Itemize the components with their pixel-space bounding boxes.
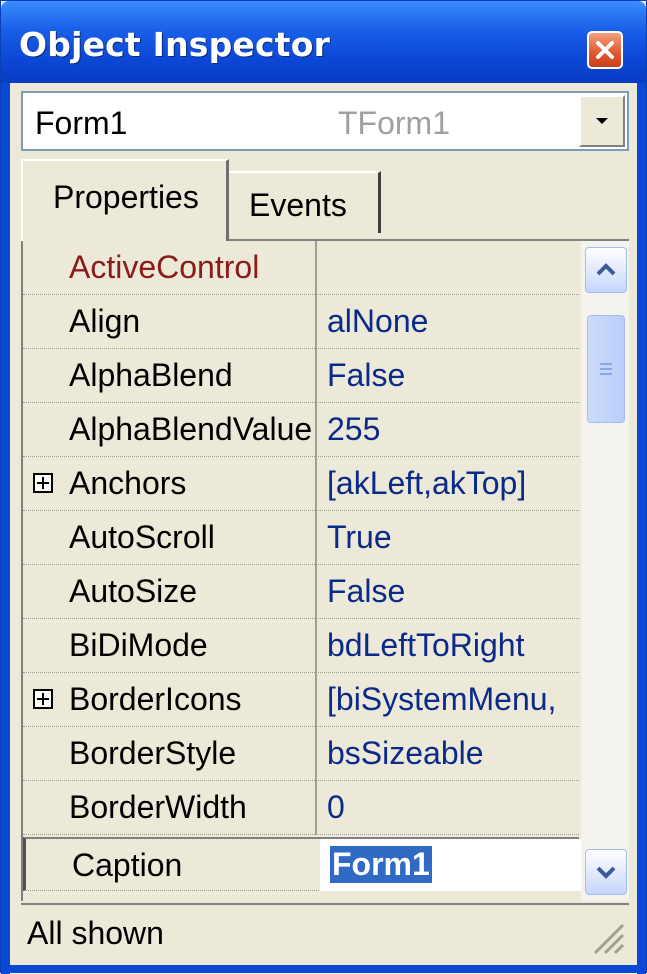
property-name: BorderWidth [69, 789, 247, 825]
close-icon [596, 41, 614, 59]
property-value-selected: Form1 [330, 846, 432, 883]
property-name: Anchors [69, 465, 187, 501]
column-divider[interactable] [315, 511, 317, 565]
grip-lines-icon [600, 363, 612, 375]
property-value[interactable]: False [327, 573, 405, 610]
property-value[interactable]: alNone [327, 303, 428, 340]
property-name: BorderIcons [69, 681, 242, 717]
component-selector[interactable]: Form1 TForm1 [21, 91, 629, 151]
chevron-down-icon [596, 118, 608, 124]
property-name: AlphaBlendValue [69, 411, 313, 447]
window-frame-right [637, 83, 646, 974]
component-name: Form1 [35, 105, 128, 141]
property-row[interactable]: Anchors [akLeft,akTop] [23, 457, 579, 511]
expand-icon[interactable] [33, 473, 53, 493]
scroll-up-button[interactable] [585, 247, 627, 293]
property-row[interactable]: BorderWidth 0 [23, 781, 579, 835]
close-button[interactable] [587, 31, 623, 69]
column-divider[interactable] [315, 619, 317, 673]
tab-events[interactable]: Events [229, 171, 381, 233]
property-row[interactable]: Align alNone [23, 295, 579, 349]
scroll-thumb[interactable] [587, 315, 625, 423]
column-divider[interactable] [315, 241, 317, 295]
property-name: BorderStyle [69, 735, 237, 771]
property-row[interactable]: BorderIcons [biSystemMenu, [23, 673, 579, 727]
property-name: AlphaBlend [69, 357, 233, 393]
column-divider[interactable] [315, 457, 317, 511]
tab-strip: Properties Events [21, 159, 629, 241]
property-row[interactable]: ActiveControl [23, 241, 579, 295]
property-value[interactable]: 0 [327, 789, 345, 826]
property-row[interactable]: AlphaBlend False [23, 349, 579, 403]
column-divider[interactable] [315, 781, 317, 835]
property-value-editor[interactable]: Form1 [320, 839, 582, 891]
tab-properties[interactable]: Properties [21, 159, 229, 241]
resize-grip-icon[interactable] [585, 915, 625, 955]
column-divider[interactable] [315, 727, 317, 781]
window-frame-bottom [1, 965, 646, 973]
chevron-down-icon [596, 866, 616, 879]
window-title: Object Inspector [19, 25, 331, 64]
property-value[interactable]: bsSizeable [327, 735, 484, 772]
column-divider[interactable] [315, 673, 317, 727]
property-name: Align [69, 303, 141, 339]
property-name: ActiveControl [69, 249, 260, 285]
property-value[interactable]: [akLeft,akTop] [327, 465, 526, 502]
property-row[interactable]: BiDiMode bdLeftToRight [23, 619, 579, 673]
column-divider[interactable] [315, 349, 317, 403]
property-name: Caption [72, 847, 183, 883]
property-name: AutoScroll [69, 519, 215, 555]
expand-icon[interactable] [33, 689, 53, 709]
column-divider[interactable] [315, 565, 317, 619]
vertical-scrollbar[interactable] [581, 241, 629, 901]
window-frame-left [1, 83, 10, 974]
column-divider[interactable] [315, 295, 317, 349]
property-row[interactable]: BorderStyle bsSizeable [23, 727, 579, 781]
object-inspector-window: Object Inspector Form1 TForm1 Properties… [0, 0, 647, 974]
status-bar: All shown [21, 903, 629, 959]
property-value[interactable]: 255 [327, 411, 380, 448]
property-row[interactable]: AlphaBlendValue 255 [23, 403, 579, 457]
chevron-up-icon [596, 263, 616, 276]
property-value[interactable]: True [327, 519, 392, 556]
title-bar[interactable]: Object Inspector [1, 1, 646, 83]
component-dropdown-button[interactable] [579, 95, 625, 147]
property-name: BiDiMode [69, 627, 208, 663]
property-grid: ActiveControl Align alNone AlphaBlend Fa… [21, 239, 629, 901]
property-row-selected[interactable]: Caption Form1 [23, 837, 582, 891]
property-value[interactable]: [biSystemMenu, [327, 681, 556, 718]
property-value[interactable]: False [327, 357, 405, 394]
component-type: TForm1 [338, 105, 450, 141]
property-row[interactable]: AutoSize False [23, 565, 579, 619]
property-value[interactable]: bdLeftToRight [327, 627, 524, 664]
status-text: All shown [27, 915, 164, 951]
property-name: AutoSize [69, 573, 198, 609]
property-row[interactable]: AutoScroll True [23, 511, 579, 565]
scroll-down-button[interactable] [585, 849, 627, 895]
column-divider[interactable] [315, 403, 317, 457]
